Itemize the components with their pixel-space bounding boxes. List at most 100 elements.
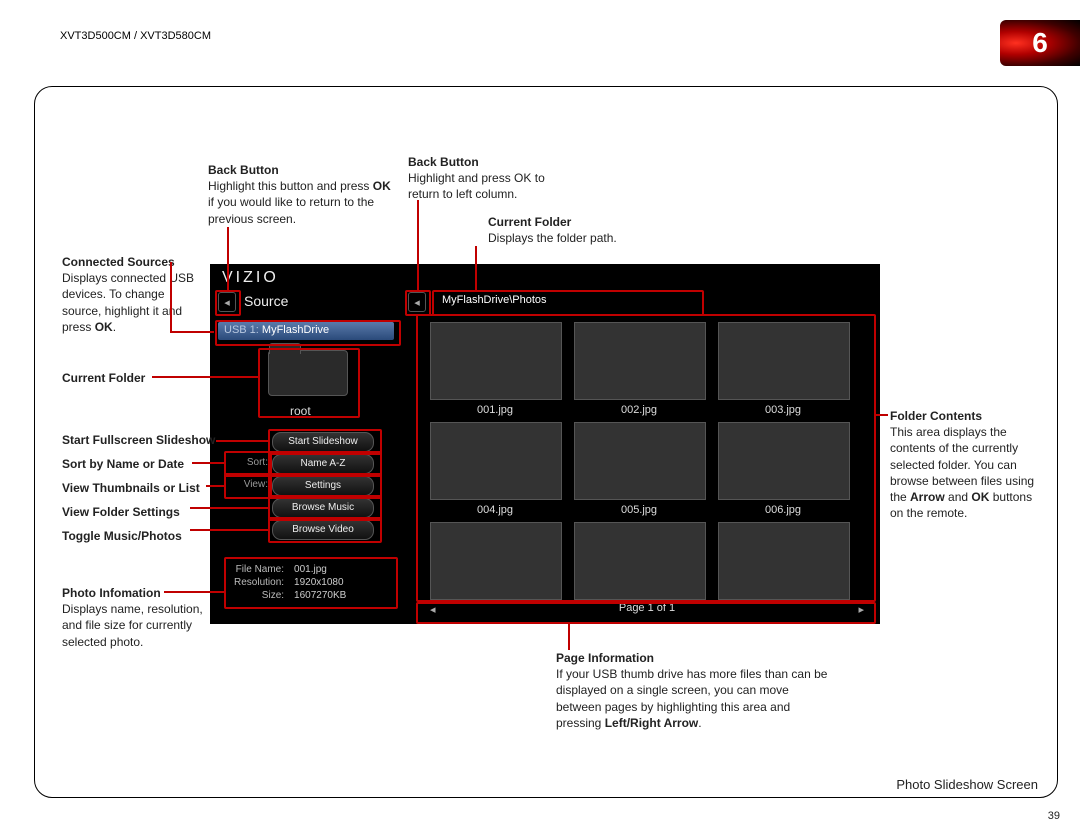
sort-key: Sort: xyxy=(228,457,268,468)
folder-contents-grid[interactable]: 001.jpg 002.jpg 003.jpg 004.jpg 005.jpg … xyxy=(420,316,874,600)
ann-title: View Thumbnails or List xyxy=(62,481,200,495)
ann-folder-contents: Folder Contents This area displays the c… xyxy=(890,408,1046,521)
ann-title: Folder Contents xyxy=(890,409,982,423)
thumb[interactable]: 002.jpg xyxy=(574,322,704,416)
info-file-val: 001.jpg xyxy=(290,564,350,575)
info-file-key: File Name: xyxy=(230,564,288,575)
ann-text: Displays the folder path. xyxy=(488,231,617,245)
sort-button[interactable]: Name A-Z xyxy=(272,454,374,474)
ann-view: View Thumbnails or List xyxy=(62,480,232,496)
leader-line xyxy=(152,376,258,378)
leader-line xyxy=(874,414,888,416)
ann-text: if you would like to return to the previ… xyxy=(208,195,374,225)
thumb[interactable]: 004.jpg xyxy=(430,422,560,516)
ann-text: Highlight and press OK to return to left… xyxy=(408,171,545,201)
info-size-val: 1607270KB xyxy=(290,590,350,601)
leader-line xyxy=(170,262,172,332)
ann-text: OK xyxy=(373,179,391,193)
ann-sort: Sort by Name or Date xyxy=(62,456,232,472)
ann-title: Start Fullscreen Slideshow xyxy=(62,433,215,447)
pane-back-button[interactable]: ◂ xyxy=(408,292,426,312)
ann-text: OK xyxy=(971,490,989,504)
thumb[interactable]: 009.jpg xyxy=(718,522,848,600)
folder-path: MyFlashDrive\Photos xyxy=(436,292,708,312)
thumb[interactable]: 007.jpg xyxy=(430,522,560,600)
root-folder-icon[interactable] xyxy=(268,350,346,406)
browse-video-button[interactable]: Browse Video xyxy=(272,520,374,540)
leader-line xyxy=(475,246,477,290)
thumb[interactable]: 001.jpg xyxy=(430,322,560,416)
ann-title: Photo Infomation xyxy=(62,586,161,600)
view-key: View: xyxy=(228,479,268,490)
thumb[interactable]: 005.jpg xyxy=(574,422,704,516)
leader-line xyxy=(216,440,268,442)
info-res-key: Resolution: xyxy=(230,577,288,588)
leader-line xyxy=(170,331,214,333)
page-number: 39 xyxy=(1048,810,1060,822)
browse-music-button[interactable]: Browse Music xyxy=(272,498,374,518)
ann-title: Current Folder xyxy=(488,215,571,229)
source-name: MyFlashDrive xyxy=(262,324,329,336)
thumb-caption: 005.jpg xyxy=(574,504,704,516)
root-folder-label: root xyxy=(290,404,311,418)
ann-title: Connected Sources xyxy=(62,255,175,269)
thumb[interactable]: 008.jpg xyxy=(574,522,704,600)
tv-screenshot: VIZIO ◂ Source USB 1: MyFlashDrive root … xyxy=(210,264,880,624)
thumb[interactable]: 003.jpg xyxy=(718,322,848,416)
start-slideshow-button[interactable]: Start Slideshow xyxy=(272,432,374,452)
ann-text: Highlight this button and press xyxy=(208,179,373,193)
ann-title: Back Button xyxy=(408,155,479,169)
source-row[interactable]: USB 1: MyFlashDrive xyxy=(218,322,394,340)
pager[interactable]: ◂ Page 1 of 1 ▸ xyxy=(420,602,874,620)
ann-start-slideshow: Start Fullscreen Slideshow xyxy=(62,432,232,448)
thumb[interactable]: 006.jpg xyxy=(718,422,848,516)
photo-info-block: File Name: 001.jpg Resolution: 1920x1080… xyxy=(228,562,398,606)
leader-line xyxy=(192,462,224,464)
ann-text: OK xyxy=(95,320,113,334)
figure-caption: Photo Slideshow Screen xyxy=(896,777,1038,792)
left-back-button[interactable]: ◂ xyxy=(218,292,236,312)
ann-title: Back Button xyxy=(208,163,279,177)
leader-line xyxy=(227,227,229,291)
pager-left-icon[interactable]: ◂ xyxy=(430,603,436,616)
info-res-val: 1920x1080 xyxy=(290,577,350,588)
ann-title: Toggle Music/Photos xyxy=(62,529,182,543)
leader-line xyxy=(190,529,268,531)
thumb-caption: 001.jpg xyxy=(430,404,560,416)
leader-line xyxy=(417,200,419,290)
ann-page-info: Page Information If your USB thumb drive… xyxy=(556,650,836,731)
ann-text: Left/Right Arrow xyxy=(605,716,699,730)
thumb-caption: 006.jpg xyxy=(718,504,848,516)
ann-text: . xyxy=(113,320,116,334)
ann-back-left: Back Button Highlight this button and pr… xyxy=(208,162,396,227)
chapter-tab: 6 xyxy=(1000,20,1080,66)
ann-title: View Folder Settings xyxy=(62,505,180,519)
ann-title: Sort by Name or Date xyxy=(62,457,184,471)
ann-current-folder-top: Current Folder Displays the folder path. xyxy=(488,214,688,246)
thumb-caption: 003.jpg xyxy=(718,404,848,416)
pager-right-icon[interactable]: ▸ xyxy=(858,603,864,616)
ann-connected-sources: Connected Sources Displays connected USB… xyxy=(62,254,204,335)
ann-text: Arrow xyxy=(910,490,945,504)
ann-title: Current Folder xyxy=(62,371,145,385)
source-label: Source xyxy=(244,293,288,309)
ann-back-right: Back Button Highlight and press OK to re… xyxy=(408,154,578,203)
ann-title: Page Information xyxy=(556,651,654,665)
leader-line xyxy=(206,485,224,487)
brand-logo: VIZIO xyxy=(222,269,279,287)
pager-text: Page 1 of 1 xyxy=(619,602,675,614)
ann-photo-info: Photo Infomation Displays name, resoluti… xyxy=(62,585,212,650)
leader-line xyxy=(190,507,268,509)
source-prefix: USB 1: xyxy=(224,324,259,336)
ann-text: Displays connected USB devices. To chang… xyxy=(62,271,194,334)
ann-text: . xyxy=(698,716,701,730)
thumb-caption: 004.jpg xyxy=(430,504,560,516)
ann-current-folder-left: Current Folder xyxy=(62,370,204,386)
thumb-caption: 002.jpg xyxy=(574,404,704,416)
info-size-key: Size: xyxy=(230,590,288,601)
view-button[interactable]: Settings xyxy=(272,476,374,496)
ann-text: and xyxy=(945,490,972,504)
model-header: XVT3D500CM / XVT3D580CM xyxy=(60,30,211,42)
leader-line xyxy=(568,622,570,650)
leader-line xyxy=(164,591,224,593)
